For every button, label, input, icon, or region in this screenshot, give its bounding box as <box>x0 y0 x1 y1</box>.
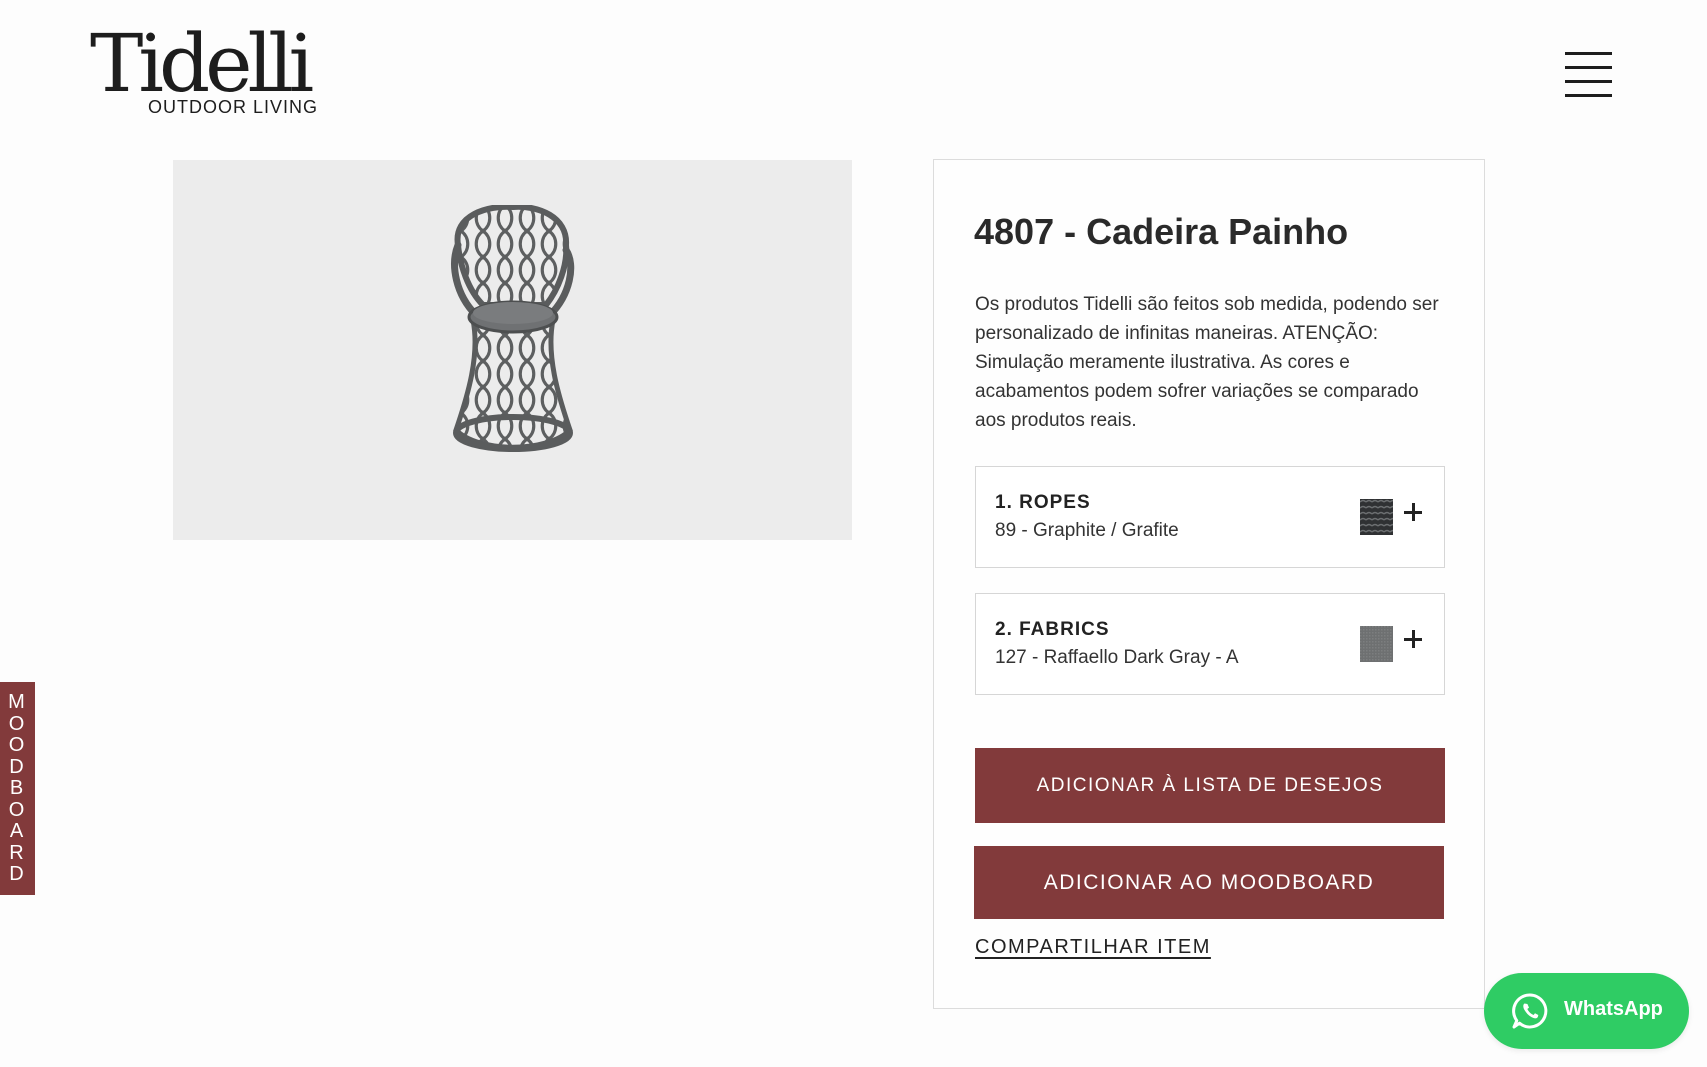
option-fabrics[interactable]: 2. FABRICS 127 - Raffaello Dark Gray - A <box>975 593 1445 695</box>
moodboard-tab-label: M O O D B O A R D <box>8 691 25 885</box>
moodboard-side-tab[interactable]: M O O D B O A R D <box>0 682 35 895</box>
fabric-swatch <box>1360 626 1393 662</box>
plus-icon[interactable] <box>1404 503 1422 521</box>
product-description: Os produtos Tidelli são feitos sob medid… <box>975 294 1439 431</box>
logo-wordmark: Tidelli <box>90 17 314 110</box>
add-to-moodboard-button[interactable]: ADICIONAR AO MOODBOARD <box>974 846 1444 919</box>
option-ropes-title: 1. ROPES <box>995 492 1091 513</box>
option-fabrics-title: 2. FABRICS <box>995 619 1110 640</box>
ropes-swatch <box>1360 499 1393 535</box>
option-fabrics-value: 127 - Raffaello Dark Gray - A <box>995 647 1239 668</box>
whatsapp-button[interactable]: WhatsApp <box>1484 973 1689 1049</box>
logo-tagline: OUTDOOR LIVING <box>148 97 319 117</box>
add-to-wishlist-button[interactable]: ADICIONAR À LISTA DE DESEJOS <box>975 748 1445 823</box>
product-title: 4807 - Cadeira Painho <box>974 211 1349 252</box>
product-image-panel <box>173 160 852 540</box>
share-item-link[interactable]: COMPARTILHAR ITEM <box>975 936 1211 959</box>
option-ropes[interactable]: 1. ROPES 89 - Graphite / Grafite <box>975 466 1445 568</box>
whatsapp-icon <box>1512 993 1548 1029</box>
logo[interactable]: Tidelli OUTDOOR LIVING <box>90 24 317 124</box>
plus-icon[interactable] <box>1404 630 1422 648</box>
hamburger-menu-icon[interactable] <box>1564 50 1614 98</box>
whatsapp-label: WhatsApp <box>1564 998 1663 1020</box>
rattan-chair-image <box>451 205 575 452</box>
option-ropes-value: 89 - Graphite / Grafite <box>995 520 1179 541</box>
